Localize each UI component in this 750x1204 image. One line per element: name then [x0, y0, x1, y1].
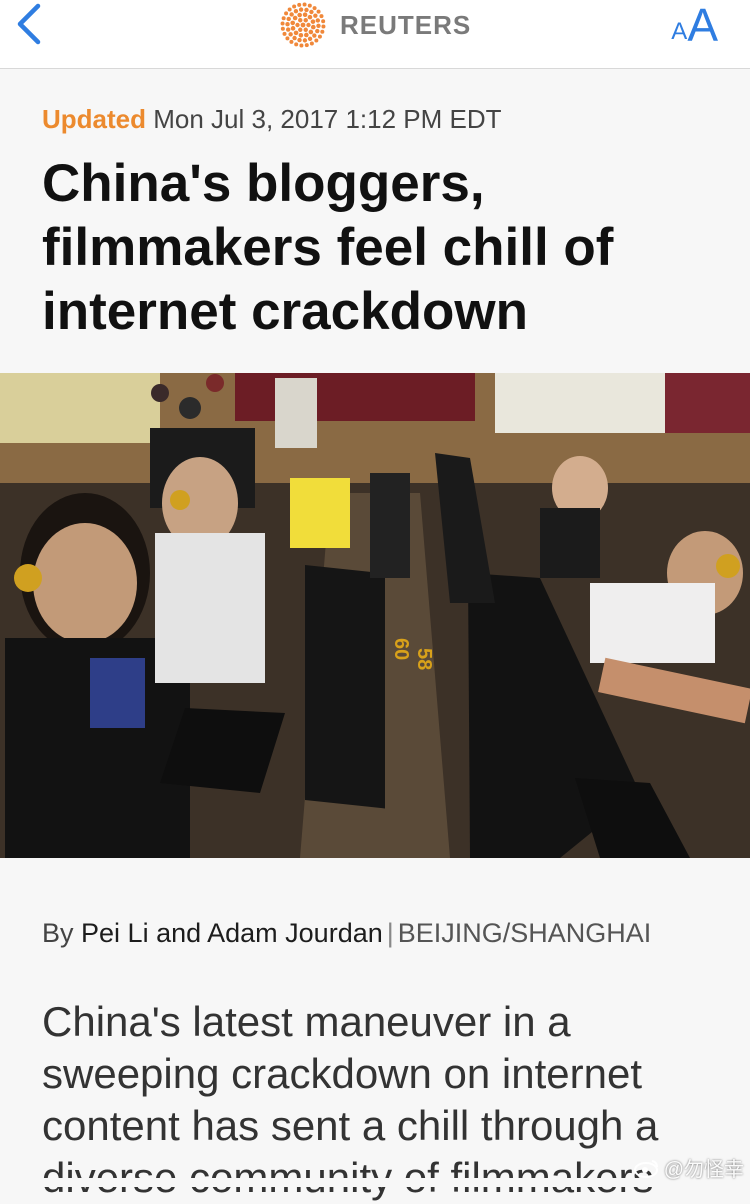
hero-image[interactable]: 60 58	[0, 373, 750, 858]
logo-dot	[298, 7, 304, 12]
byline-location: BEIJING/SHANGHAI	[397, 918, 652, 948]
logo-dot	[280, 26, 285, 31]
logo-dot	[319, 14, 324, 19]
logo-dot	[298, 18, 303, 23]
brand-name: REUTERS	[340, 9, 472, 40]
chevron-left-icon	[17, 3, 41, 45]
logo-dot	[312, 6, 317, 11]
top-nav-bar: REUTERS A A	[0, 0, 750, 69]
monitor-label-58: 58	[413, 648, 435, 670]
logo-dot	[281, 16, 286, 21]
reuters-dot-logo	[280, 2, 326, 48]
logo-dot	[307, 3, 312, 8]
updated-timestamp: Updated Mon Jul 3, 2017 1:12 PM EDT	[42, 104, 502, 135]
logo-dot	[289, 12, 294, 17]
logo-dot	[310, 24, 316, 30]
logo-dot	[285, 27, 291, 32]
logo-dot	[314, 38, 319, 43]
logo-dot	[288, 32, 293, 37]
logo-dot	[300, 22, 306, 28]
logo-dot	[284, 11, 289, 16]
article-lead-paragraph: China's latest maneuver in a sweeping cr…	[42, 998, 659, 1201]
logo-dot	[315, 18, 321, 23]
logo-dot	[306, 22, 311, 28]
back-button[interactable]	[10, 2, 50, 46]
logo-dot	[321, 24, 326, 29]
internet-cafe-photo: 60 58	[0, 373, 750, 858]
logo-dot	[302, 12, 308, 18]
logo-dot	[321, 19, 326, 24]
logo-dot	[308, 29, 314, 35]
byline-prefix: By	[42, 918, 74, 948]
logo-dot	[290, 26, 296, 31]
logo-dot	[313, 13, 318, 18]
text-size-button[interactable]: A A	[671, 0, 718, 48]
logo-dot	[302, 2, 307, 7]
logo-dot	[316, 23, 321, 28]
logo-dot	[307, 14, 313, 20]
logo-dot	[292, 4, 297, 9]
brand: REUTERS	[278, 2, 471, 48]
logo-dot	[286, 16, 291, 22]
logo-dot	[297, 2, 302, 7]
logo-dot	[289, 39, 294, 44]
logo-dot	[307, 36, 313, 41]
logo-dot	[293, 9, 299, 14]
logo-dot	[316, 9, 321, 14]
logo-dot	[302, 38, 308, 43]
logo-dot	[295, 22, 300, 28]
logo-dot	[294, 42, 299, 47]
logo-dot	[298, 32, 304, 38]
timestamp: Mon Jul 3, 2017 1:12 PM EDT	[153, 104, 502, 134]
logo-dot	[285, 22, 290, 27]
text-size-large-glyph: A	[687, 0, 718, 51]
byline-separator: |	[386, 918, 394, 948]
logo-dot	[282, 31, 287, 36]
logo-dot	[287, 7, 292, 12]
weibo-logo	[633, 1159, 658, 1178]
text-size-small-glyph: A	[671, 18, 688, 45]
logo-dot	[310, 19, 316, 24]
logo-dot	[317, 34, 322, 39]
logo-dot	[303, 27, 308, 32]
logo-dot	[292, 15, 298, 21]
byline-authors[interactable]: Pei Li and Adam Jourdan	[81, 918, 383, 948]
logo-dot	[293, 30, 299, 36]
logo-dot	[320, 29, 325, 34]
article-headline: China's bloggers, filmmakers feel chill …	[42, 154, 614, 341]
logo-dot	[299, 43, 304, 48]
logo-dot	[304, 43, 309, 48]
byline: By Pei Li and Adam Jourdan | BEIJING/SHANG…	[42, 918, 651, 949]
logo-dot	[309, 41, 314, 46]
logo-dot	[309, 9, 314, 15]
logo-dot	[304, 32, 309, 38]
watermark: @勿怪幸	[633, 1153, 744, 1182]
logo-dot	[285, 36, 290, 41]
logo-dot	[297, 37, 302, 43]
logo-dot	[290, 20, 296, 26]
monitor-label-60: 60	[390, 638, 412, 660]
logo-dot	[312, 33, 317, 38]
logo-dot	[303, 18, 308, 23]
watermark-text: @勿怪幸	[663, 1159, 744, 1181]
logo-dot	[280, 21, 285, 26]
logo-dot	[304, 7, 309, 13]
logo-dot	[315, 28, 320, 34]
logo-dot	[298, 27, 303, 32]
logo-dot	[297, 12, 302, 18]
logo-dot	[292, 35, 297, 41]
updated-label: Updated	[42, 104, 146, 134]
